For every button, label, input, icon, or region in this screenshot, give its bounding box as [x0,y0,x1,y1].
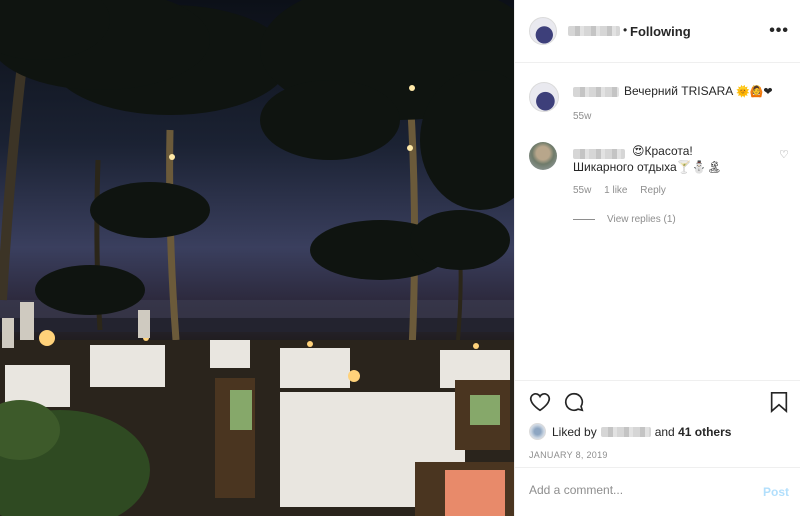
replies-divider [573,219,595,220]
comment-like-heart-icon[interactable]: ♡ [779,148,789,161]
caption-timestamp[interactable]: 55w [573,111,591,122]
caption-emojis: 🌞🙆❤ [735,86,773,98]
view-replies-label[interactable]: View replies (1) [607,214,676,225]
night-restaurant-scene [0,0,514,516]
comment-input[interactable] [529,483,749,497]
likes-others-link[interactable]: 41 others [678,425,731,439]
liker-avatar[interactable] [529,423,546,440]
comment-icon[interactable] [563,391,585,418]
commenter-username-redacted[interactable] [573,149,625,159]
comment-reply-button[interactable]: Reply [640,185,666,196]
likes-prefix: Liked by [552,424,597,439]
post-date[interactable]: JANUARY 8, 2019 [529,450,608,460]
header-separator: • [623,23,628,37]
comment-meta: 55w 1 like Reply [573,185,676,196]
more-options-icon[interactable]: ••• [769,22,789,40]
author-avatar[interactable] [529,17,557,45]
post-comment-button[interactable]: Post [763,485,789,499]
view-replies[interactable]: View replies (1) [573,214,676,225]
following-button[interactable]: Following [630,24,691,39]
comment-text-line2: Шикарного отдыха🍸⛄🏝 [573,160,722,174]
likes-conjunction: and [654,424,675,439]
caption-text: Вечерний TRISARA 🌞🙆❤ [624,84,773,98]
comment-timestamp[interactable]: 55w [573,185,591,196]
caption-username-redacted[interactable] [573,87,619,97]
post-side-panel: • Following ••• Вечерний TRISARA 🌞🙆❤ 55w… [514,0,800,516]
author-username-redacted[interactable] [568,26,620,36]
caption-body: Вечерний TRISARA [624,84,733,98]
commenter-avatar[interactable] [529,142,557,170]
liker-username-redacted[interactable] [600,426,651,437]
comment-like-count[interactable]: 1 like [604,185,627,196]
instagram-post: • Following ••• Вечерний TRISARA 🌞🙆❤ 55w… [0,0,800,516]
post-photo[interactable] [0,0,514,516]
add-comment-bar: Post [515,467,800,516]
comment-text-line1: 😍Красота! [632,144,693,158]
caption-avatar[interactable] [529,82,559,112]
likes-summary: Liked by and 41 others [529,423,731,440]
post-actions: Liked by and 41 others JANUARY 8, 2019 [515,380,800,466]
heart-icon[interactable] [529,391,551,418]
post-header: • Following ••• [515,0,800,63]
bookmark-icon[interactable] [769,391,789,418]
